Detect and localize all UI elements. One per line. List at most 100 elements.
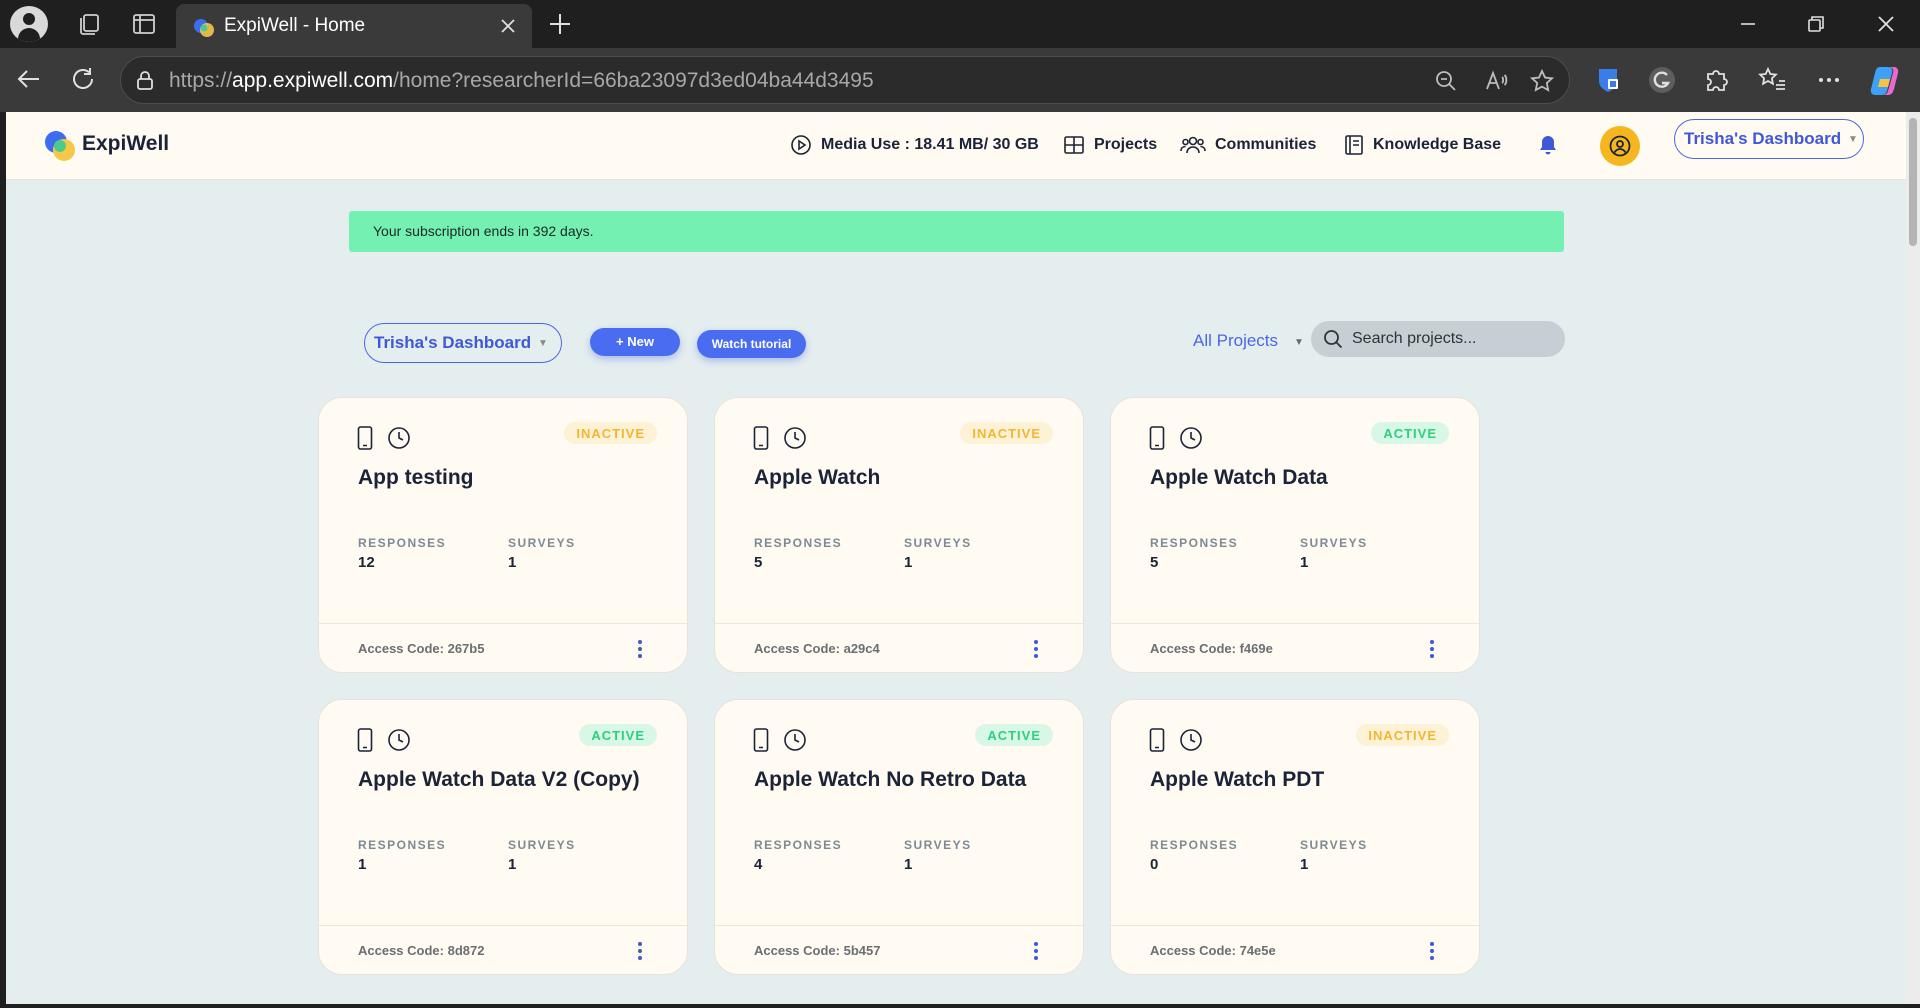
card-divider — [1111, 925, 1479, 926]
new-tab-icon[interactable] — [546, 10, 574, 38]
project-title[interactable]: Apple Watch Data — [1150, 466, 1328, 490]
responses-count: 1 — [358, 856, 367, 873]
workspaces-icon[interactable] — [75, 10, 103, 38]
dashboard-select-label: Trisha's Dashboard — [374, 333, 532, 352]
extension-shield-icon[interactable] — [1593, 65, 1623, 95]
project-filter-select[interactable]: All Projects — [1193, 331, 1278, 351]
expiwell-favicon-icon — [194, 19, 214, 37]
favorites-list-icon[interactable] — [1758, 65, 1788, 95]
status-badge: INACTIVE — [1356, 724, 1449, 746]
nav-communities-label[interactable]: Communities — [1215, 136, 1316, 154]
project-card[interactable]: INACTIVE Apple Watch PDT RESPONSES SURVEYS 0… — [1110, 699, 1480, 975]
more-options-icon[interactable] — [1429, 940, 1435, 962]
dashboard-menu-button[interactable]: Trisha's Dashboard ▼ — [1674, 119, 1864, 159]
tab-title: ExpiWell - Home — [224, 15, 366, 36]
more-options-icon[interactable] — [1033, 940, 1039, 962]
restore-icon[interactable] — [1804, 12, 1828, 36]
close-tab-icon[interactable] — [496, 14, 520, 38]
nav-projects[interactable]: Projects — [1063, 134, 1157, 156]
clock-icon — [387, 426, 411, 450]
more-options-icon[interactable] — [1429, 638, 1435, 660]
extensions-puzzle-icon[interactable] — [1701, 65, 1731, 95]
clock-icon — [783, 728, 807, 752]
caret-down-icon: ▼ — [538, 338, 548, 349]
search-projects-input[interactable]: Search projects... — [1311, 321, 1565, 357]
minimize-icon[interactable] — [1736, 12, 1760, 36]
grammarly-icon[interactable] — [1647, 65, 1677, 95]
mobile-phone-icon — [357, 426, 373, 450]
back-icon[interactable] — [14, 64, 44, 94]
dashboard-select[interactable]: Trisha's Dashboard ▼ — [364, 323, 562, 363]
surveys-label: SURVEYS — [904, 838, 972, 852]
expiwell-logo-icon[interactable] — [42, 128, 78, 164]
surveys-label: SURVEYS — [1300, 838, 1368, 852]
lock-icon[interactable] — [133, 69, 157, 93]
project-title[interactable]: Apple Watch PDT — [1150, 768, 1324, 792]
surveys-count: 1 — [904, 856, 913, 873]
scrollbar-thumb[interactable] — [1909, 118, 1917, 246]
favorite-star-icon[interactable] — [1529, 68, 1555, 94]
access-code: Access Code: a29c4 — [754, 641, 880, 656]
responses-count: 5 — [754, 554, 763, 571]
plus-icon: + — [616, 334, 628, 349]
project-card[interactable]: ACTIVE Apple Watch No Retro Data RESPONSES… — [714, 699, 1084, 975]
surveys-count: 1 — [508, 856, 517, 873]
access-code: Access Code: 8d872 — [358, 943, 485, 958]
responses-label: RESPONSES — [754, 536, 843, 550]
surveys-label: SURVEYS — [904, 536, 972, 550]
book-icon — [1345, 135, 1363, 155]
url-text[interactable]: https://app.expiwell.com/home?researcher… — [169, 69, 874, 93]
profile-icon[interactable] — [10, 6, 48, 42]
project-card[interactable]: ACTIVE Apple Watch Data RESPONSES SURVEYS 5 1… — [1110, 397, 1480, 673]
mobile-phone-icon — [357, 728, 373, 752]
more-options-icon[interactable] — [1033, 638, 1039, 660]
browser-tab-active[interactable]: ExpiWell - Home — [176, 4, 532, 48]
project-card[interactable]: INACTIVE Apple Watch RESPONSES SURVEYS 5 1 Acc… — [714, 397, 1084, 673]
subscription-banner: Your subscription ends in 392 days. — [349, 211, 1564, 252]
project-title[interactable]: Apple Watch — [754, 466, 880, 490]
media-use-indicator: Media Use : 18.41 MB/ 30 GB — [790, 134, 1039, 156]
read-aloud-icon[interactable] — [1483, 68, 1509, 94]
browser-tab-bar: ExpiWell - Home — [0, 0, 1920, 48]
clock-icon — [1179, 728, 1203, 752]
responses-label: RESPONSES — [1150, 536, 1239, 550]
status-badge: ACTIVE — [1371, 422, 1449, 444]
surveys-label: SURVEYS — [508, 536, 576, 550]
zoom-out-icon[interactable] — [1433, 68, 1459, 94]
nav-communities[interactable]: Communities — [1180, 134, 1316, 156]
mobile-phone-icon — [753, 426, 769, 450]
tab-actions-icon[interactable] — [130, 10, 158, 38]
more-options-icon[interactable] — [637, 940, 643, 962]
search-placeholder: Search projects... — [1352, 330, 1477, 347]
card-divider — [715, 623, 1083, 624]
close-window-icon[interactable] — [1874, 12, 1898, 36]
card-divider — [715, 925, 1083, 926]
mobile-phone-icon — [1149, 728, 1165, 752]
project-title[interactable]: App testing — [358, 466, 474, 490]
project-title[interactable]: Apple Watch Data V2 (Copy) — [358, 768, 640, 792]
surveys-label: SURVEYS — [1300, 536, 1368, 550]
nav-knowledge-base[interactable]: Knowledge Base — [1344, 134, 1501, 156]
mobile-phone-icon — [1149, 426, 1165, 450]
more-options-icon[interactable] — [637, 638, 643, 660]
watch-tutorial-button[interactable]: Watch tutorial — [697, 330, 806, 358]
new-project-button[interactable]: + New — [590, 328, 680, 356]
user-avatar[interactable] — [1600, 126, 1640, 166]
surveys-count: 1 — [508, 554, 517, 571]
nav-projects-label[interactable]: Projects — [1094, 136, 1157, 154]
url-bar[interactable]: https://app.expiwell.com/home?researcher… — [120, 56, 1570, 104]
notification-bell-icon[interactable] — [1537, 134, 1559, 156]
project-card[interactable]: INACTIVE App testing RESPONSES SURVEYS 12 1 Ac… — [318, 397, 688, 673]
nav-knowledge-base-label[interactable]: Knowledge Base — [1373, 136, 1501, 154]
brand-name[interactable]: ExpiWell — [82, 132, 169, 156]
page-scrollbar[interactable] — [1906, 112, 1920, 1004]
more-options-icon[interactable] — [1814, 65, 1844, 95]
refresh-icon[interactable] — [68, 64, 98, 94]
responses-count: 4 — [754, 856, 763, 873]
browser-address-bar: https://app.expiwell.com/home?researcher… — [0, 48, 1920, 112]
copilot-icon[interactable] — [1868, 63, 1902, 97]
caret-down-icon[interactable]: ▼ — [1294, 337, 1304, 348]
project-title[interactable]: Apple Watch No Retro Data — [754, 768, 1026, 792]
project-card[interactable]: ACTIVE Apple Watch Data V2 (Copy) RESPONSE… — [318, 699, 688, 975]
access-code: Access Code: 74e5e — [1150, 943, 1276, 958]
